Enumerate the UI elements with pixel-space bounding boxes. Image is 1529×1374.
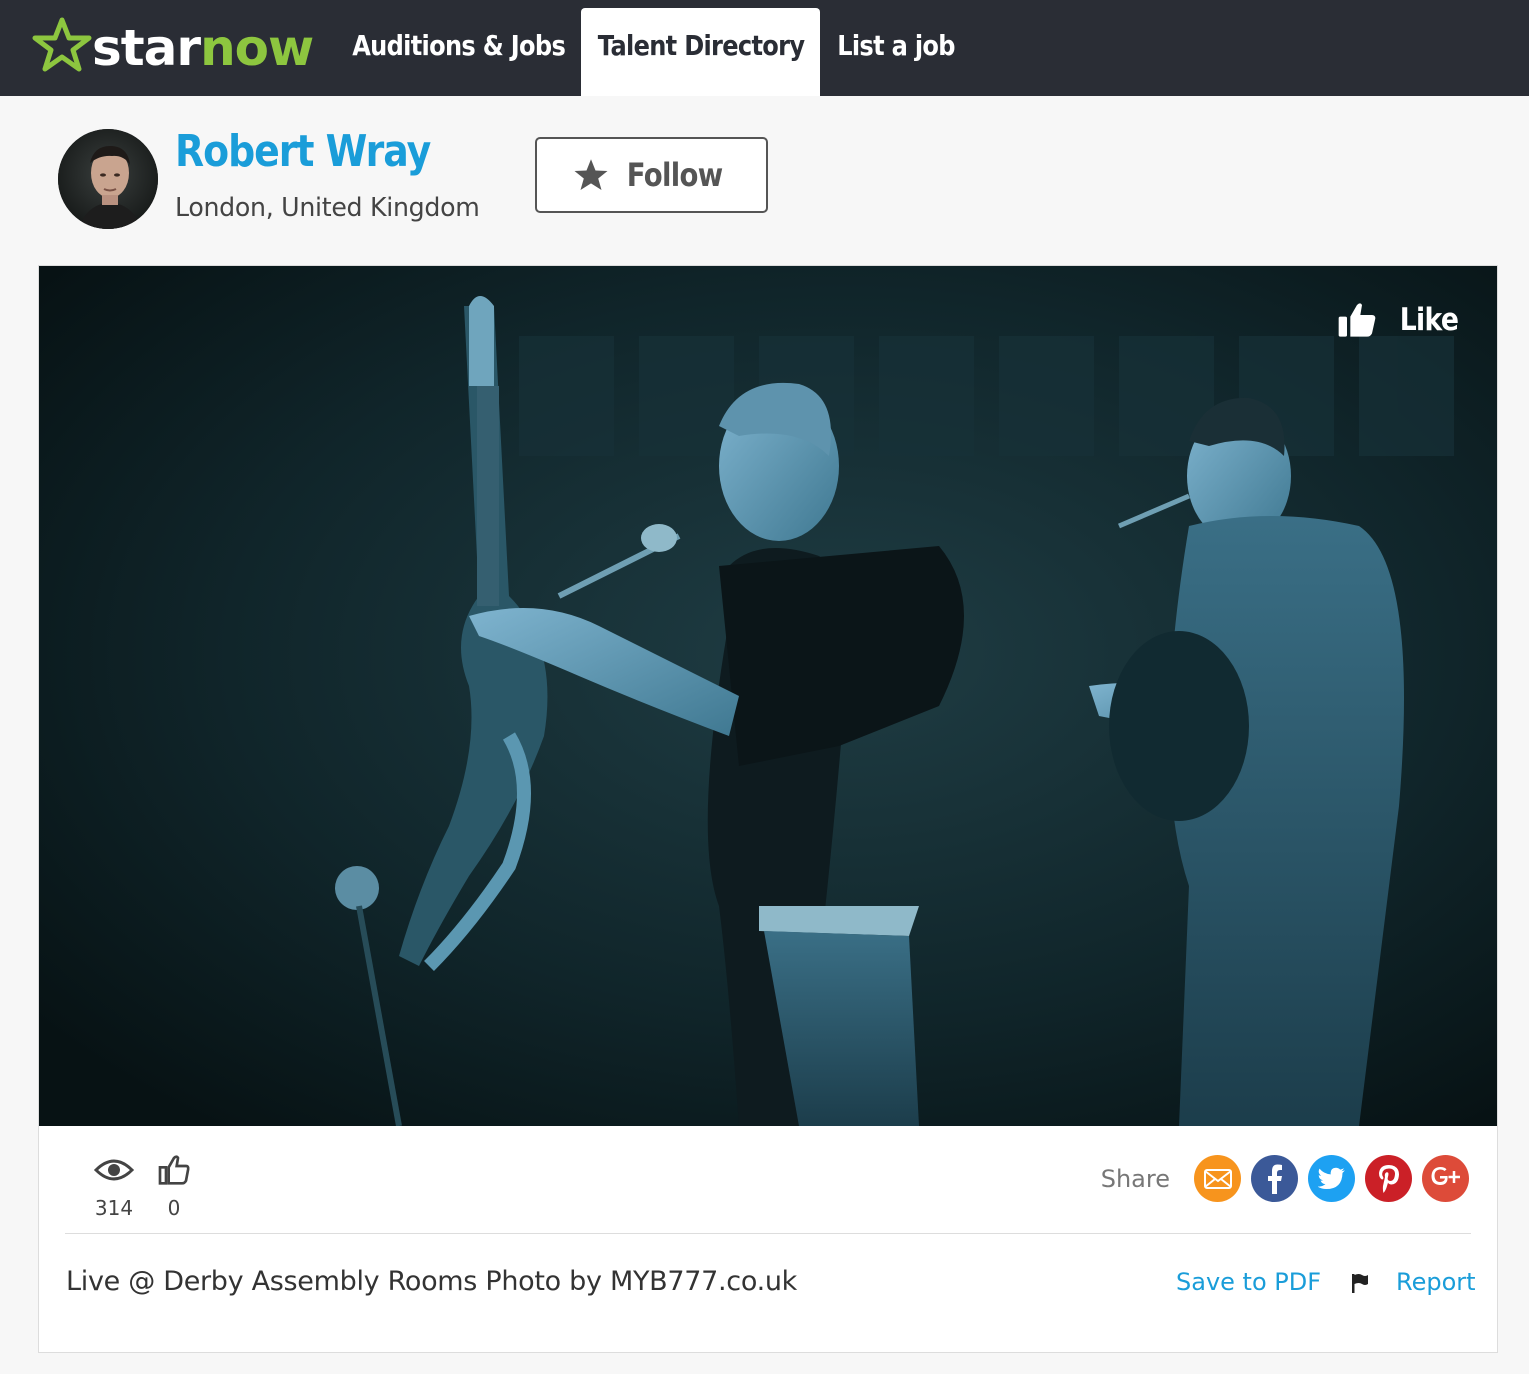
likes-count: 0 <box>167 1196 181 1220</box>
nav-auditions-jobs[interactable]: Auditions & Jobs <box>335 8 582 88</box>
facebook-icon <box>1267 1164 1282 1194</box>
views-stat: 314 <box>89 1150 139 1220</box>
profile-name[interactable]: Robert Wray <box>175 126 431 177</box>
share-label: Share <box>1100 1164 1170 1193</box>
share-google-plus-button[interactable] <box>1422 1155 1469 1202</box>
follow-button[interactable]: Follow <box>535 137 768 213</box>
share-pinterest-button[interactable] <box>1365 1155 1412 1202</box>
concert-photo[interactable]: Like <box>39 266 1497 1126</box>
starnow-logo[interactable]: starnow <box>32 10 314 80</box>
pinterest-icon <box>1378 1164 1399 1193</box>
likes-stat[interactable]: 0 <box>158 1150 190 1220</box>
save-to-pdf-link[interactable]: Save to PDF <box>1176 1268 1321 1296</box>
share-twitter-button[interactable] <box>1308 1155 1355 1202</box>
google-plus-icon <box>1431 1166 1460 1185</box>
eye-icon <box>94 1159 134 1181</box>
avatar[interactable] <box>58 129 158 229</box>
photo-like-button[interactable]: Like <box>1337 300 1463 340</box>
views-count: 314 <box>94 1196 134 1220</box>
flag-icon <box>1352 1274 1368 1293</box>
photo-stats: 314 0 <box>89 1150 209 1220</box>
like-label: Like <box>1399 302 1459 338</box>
photo-card: Like 314 0 Share Live @ Derby Assembly R… <box>38 265 1498 1353</box>
photo-caption: Live @ Derby Assembly Rooms Photo by MYB… <box>66 1266 798 1297</box>
nav-talent-directory-label: Talent Directory <box>597 29 805 62</box>
logo-wordmark: starnow <box>92 19 314 77</box>
nav-list-a-job[interactable]: List a job <box>820 8 972 88</box>
star-icon <box>574 159 608 190</box>
thumbs-up-outline-icon <box>158 1155 190 1185</box>
twitter-icon <box>1317 1167 1345 1189</box>
envelope-icon <box>1203 1168 1232 1189</box>
divider <box>65 1233 1471 1234</box>
share-bar: Share <box>1101 1155 1469 1202</box>
thumbs-up-icon <box>1338 303 1376 337</box>
nav-talent-directory[interactable]: Talent Directory <box>581 8 820 96</box>
share-facebook-button[interactable] <box>1251 1155 1298 1202</box>
top-navigation-bar: starnow Auditions & Jobs Talent Director… <box>0 0 1529 96</box>
share-email-button[interactable] <box>1194 1155 1241 1202</box>
report-link[interactable]: Report <box>1396 1268 1476 1296</box>
profile-location: London, United Kingdom <box>175 193 480 223</box>
follow-label: Follow <box>626 156 723 194</box>
star-outline-icon <box>32 17 92 72</box>
